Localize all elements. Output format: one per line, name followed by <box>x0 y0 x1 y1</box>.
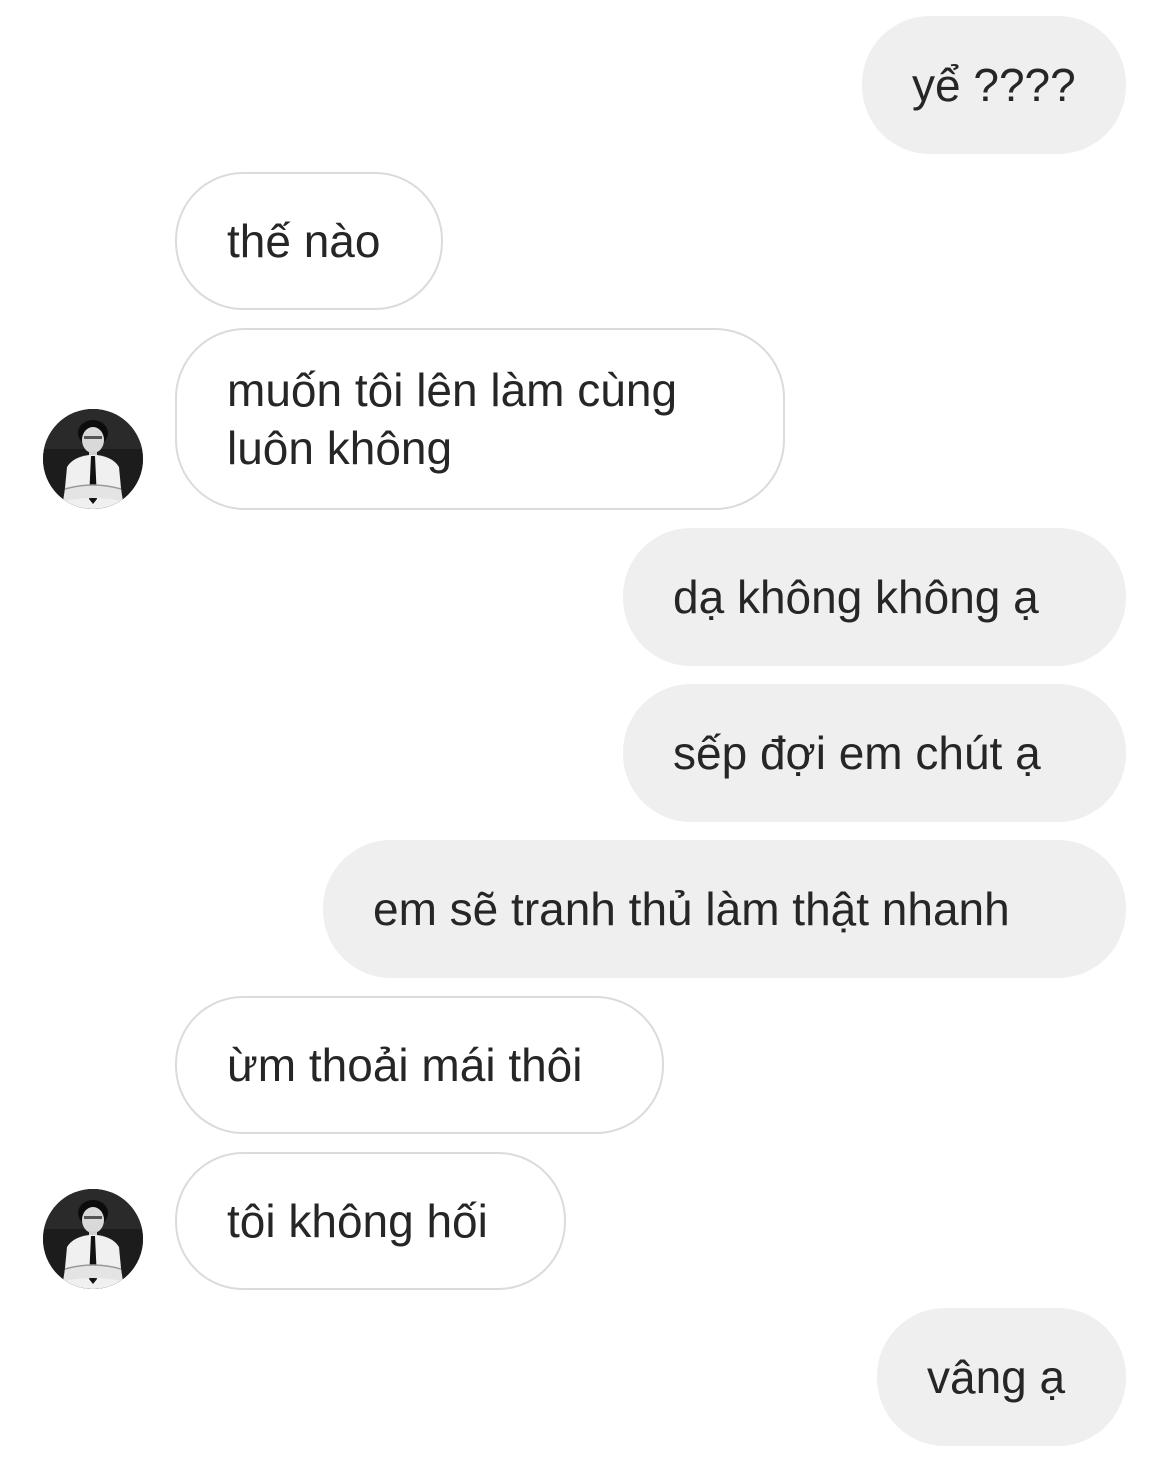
sender-avatar[interactable] <box>43 409 143 509</box>
message-text: muốn tôi lên làm cùng luôn không <box>227 364 678 474</box>
incoming-message-bubble[interactable]: thế nào <box>175 172 443 310</box>
incoming-message-bubble[interactable]: muốn tôi lên làm cùng luôn không <box>175 328 785 510</box>
message-text: em sẽ tranh thủ làm thật nhanh <box>373 883 1010 935</box>
outgoing-message-bubble[interactable]: yể ???? <box>862 16 1126 154</box>
message-text: tôi không hối <box>227 1195 488 1247</box>
message-text: vâng ạ <box>927 1351 1066 1403</box>
outgoing-message-bubble[interactable]: vâng ạ <box>877 1308 1126 1446</box>
message-text: yể ???? <box>912 59 1076 111</box>
message-text: sếp đợi em chút ạ <box>673 727 1041 779</box>
message-text: dạ không không ạ <box>673 571 1039 623</box>
outgoing-message-bubble[interactable]: em sẽ tranh thủ làm thật nhanh <box>323 840 1126 978</box>
message-text: ừm thoải mái thôi <box>227 1039 583 1091</box>
outgoing-message-bubble[interactable]: sếp đợi em chút ạ <box>623 684 1126 822</box>
person-photo-icon <box>43 1189 143 1289</box>
sender-avatar[interactable] <box>43 1189 143 1289</box>
person-photo-icon <box>43 409 143 509</box>
incoming-message-bubble[interactable]: tôi không hối <box>175 1152 566 1290</box>
incoming-message-bubble[interactable]: ừm thoải mái thôi <box>175 996 664 1134</box>
message-text: thế nào <box>227 215 381 267</box>
outgoing-message-bubble[interactable]: dạ không không ạ <box>623 528 1126 666</box>
